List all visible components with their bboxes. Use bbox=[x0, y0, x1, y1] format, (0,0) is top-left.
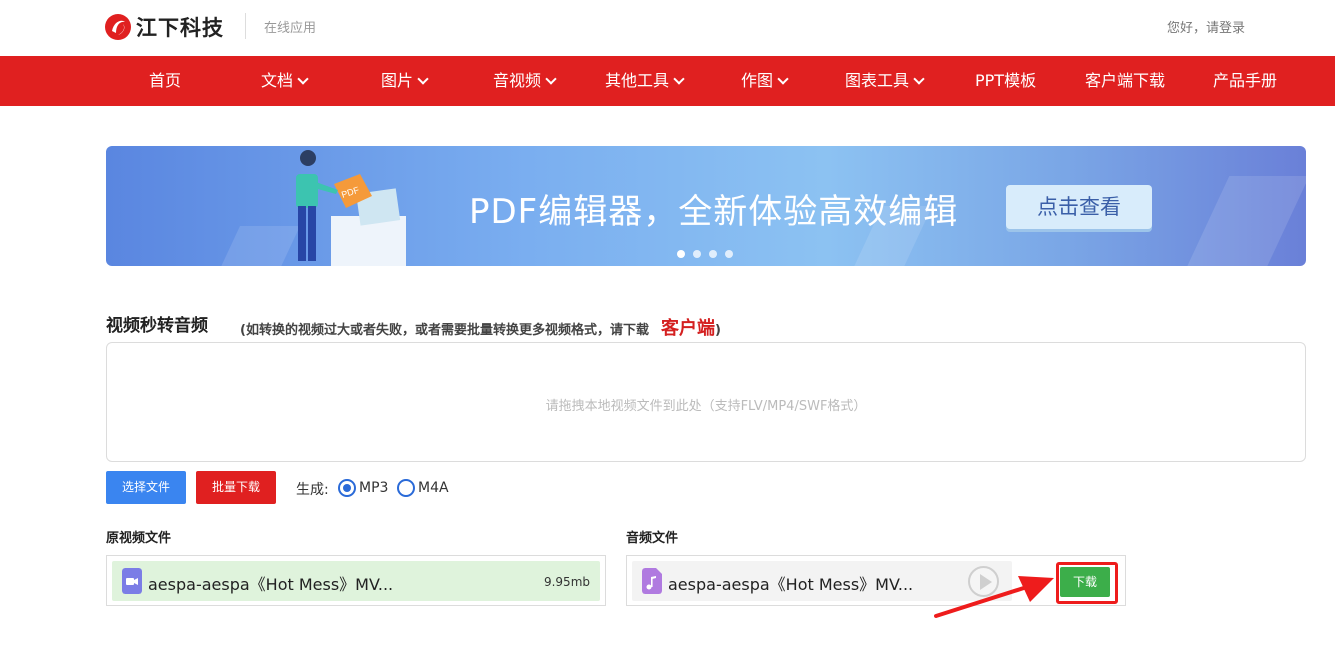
nav-label: 客户端下载 bbox=[1085, 71, 1166, 90]
nav-item-images[interactable]: 图片 bbox=[381, 56, 429, 106]
carousel-dot[interactable] bbox=[725, 250, 733, 258]
nav-label: 图表工具 bbox=[845, 71, 910, 90]
radio-unchecked-icon bbox=[397, 479, 415, 497]
generate-label: 生成: bbox=[296, 482, 329, 498]
chevron-down-icon bbox=[673, 72, 685, 85]
main-nav: 首页 文档 图片 音视频 其他工具 作图 图表工具 PPT模板 客户端下载 产品… bbox=[0, 56, 1335, 106]
nav-item-docs[interactable]: 文档 bbox=[261, 56, 309, 106]
logo-subtitle: 在线应用 bbox=[264, 21, 317, 36]
nav-label: 其他工具 bbox=[605, 71, 670, 90]
original-file-box: aespa-aespa《Hot Mess》MV... 9.95mb bbox=[106, 555, 606, 606]
banner-title: PDF编辑器，全新体验高效编辑 bbox=[469, 192, 959, 232]
nav-label: PPT模板 bbox=[975, 71, 1037, 90]
chevron-down-icon bbox=[545, 72, 557, 85]
nav-item-ppt-templates[interactable]: PPT模板 bbox=[975, 56, 1036, 106]
arrow-annotation-icon bbox=[934, 576, 1054, 618]
nav-item-drawing[interactable]: 作图 bbox=[741, 56, 789, 106]
original-file-name: aespa-aespa《Hot Mess》MV... bbox=[148, 575, 394, 594]
logo-divider bbox=[245, 13, 246, 39]
choose-file-button[interactable]: 选择文件 bbox=[106, 471, 186, 504]
nav-item-other-tools[interactable]: 其他工具 bbox=[605, 56, 685, 106]
section-note: (如转换的视频过大或者失败，或者需要批量转换更多视频格式，请下载 客户端) bbox=[240, 314, 721, 340]
radio-label: M4A bbox=[418, 480, 449, 496]
banner-view-button[interactable]: 点击查看 bbox=[1006, 185, 1152, 229]
banner-decoration bbox=[1182, 176, 1306, 266]
video-file-icon bbox=[122, 568, 142, 594]
client-download-link[interactable]: 客户端 bbox=[661, 318, 715, 339]
batch-download-button[interactable]: 批量下载 bbox=[196, 471, 276, 504]
radio-m4a[interactable]: M4A bbox=[397, 479, 449, 497]
highlight-annotation bbox=[1056, 562, 1118, 604]
note-suffix: ) bbox=[714, 323, 721, 338]
nav-item-client-download[interactable]: 客户端下载 bbox=[1085, 56, 1165, 106]
login-link[interactable]: 您好，请登录 bbox=[1167, 17, 1245, 36]
carousel-dot[interactable] bbox=[709, 250, 717, 258]
radio-label: MP3 bbox=[359, 480, 389, 496]
radio-mp3[interactable]: MP3 bbox=[338, 479, 388, 497]
radio-checked-icon bbox=[338, 479, 356, 497]
nav-item-chart-tools[interactable]: 图表工具 bbox=[845, 56, 925, 106]
carousel-dot[interactable] bbox=[677, 250, 685, 258]
dropzone-hint: 请拖拽本地视频文件到此处（支持FLV/MP4/SWF格式） bbox=[545, 399, 867, 414]
note-prefix: (如转换的视频过大或者失败，或者需要批量转换更多视频格式，请下载 bbox=[240, 323, 649, 338]
nav-label: 作图 bbox=[741, 71, 774, 90]
nav-item-manual[interactable]: 产品手册 bbox=[1213, 56, 1277, 106]
nav-item-av[interactable]: 音视频 bbox=[493, 56, 557, 106]
section-title: 视频秒转音频 bbox=[106, 316, 208, 336]
original-file-row: aespa-aespa《Hot Mess》MV... 9.95mb bbox=[112, 561, 600, 601]
chevron-down-icon bbox=[913, 72, 925, 85]
chevron-down-icon bbox=[417, 72, 429, 85]
logo-icon bbox=[105, 14, 131, 40]
promo-banner[interactable]: PDF PDF编辑器，全新体验高效编辑 点击查看 bbox=[106, 146, 1306, 266]
audio-file-icon bbox=[642, 568, 662, 594]
nav-item-home[interactable]: 首页 bbox=[149, 56, 181, 106]
banner-illustration-icon: PDF bbox=[296, 150, 406, 266]
chevron-down-icon bbox=[297, 72, 309, 85]
logo[interactable]: 江下科技 bbox=[104, 10, 224, 44]
audio-files-label: 音频文件 bbox=[626, 531, 679, 546]
nav-label: 音视频 bbox=[493, 71, 542, 90]
carousel-dot[interactable] bbox=[693, 250, 701, 258]
original-files-label: 原视频文件 bbox=[106, 531, 172, 546]
carousel-dots bbox=[677, 250, 733, 258]
nav-label: 文档 bbox=[261, 71, 294, 90]
nav-label: 首页 bbox=[149, 71, 182, 90]
original-file-size: 9.95mb bbox=[543, 575, 590, 589]
nav-label: 产品手册 bbox=[1213, 71, 1278, 90]
audio-file-name: aespa-aespa《Hot Mess》MV... bbox=[668, 575, 914, 594]
nav-label: 图片 bbox=[381, 71, 414, 90]
file-dropzone[interactable]: 请拖拽本地视频文件到此处（支持FLV/MP4/SWF格式） bbox=[106, 342, 1306, 462]
chevron-down-icon bbox=[777, 72, 789, 85]
header: 江下科技 在线应用 您好，请登录 bbox=[0, 0, 1335, 55]
logo-text: 江下科技 bbox=[136, 16, 224, 40]
